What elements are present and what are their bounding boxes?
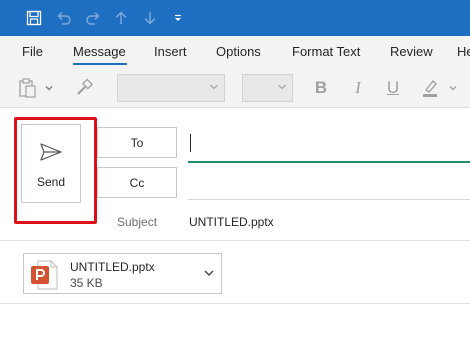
undo-icon[interactable] (54, 8, 74, 28)
cc-field[interactable] (188, 168, 470, 198)
to-field[interactable] (188, 128, 470, 160)
active-tab-indicator (73, 63, 127, 65)
font-size-combo[interactable] (242, 74, 293, 102)
tab-options[interactable]: Options (216, 44, 261, 59)
cc-field-underline (188, 199, 470, 200)
italic-button[interactable]: I (346, 76, 370, 100)
powerpoint-file-icon (31, 260, 58, 290)
font-name-combo[interactable] (117, 74, 225, 102)
tab-format-text[interactable]: Format Text (292, 44, 360, 59)
ribbon-commands: B I U (0, 70, 470, 108)
cc-button[interactable]: Cc (97, 167, 177, 198)
attachment-card[interactable]: UNTITLED.pptx 35 KB (23, 253, 222, 294)
paste-dropdown-icon[interactable] (42, 76, 56, 100)
quick-access-toolbar (0, 0, 470, 36)
tab-review[interactable]: Review (390, 44, 433, 59)
to-field-underline (188, 161, 470, 163)
send-icon (40, 143, 62, 161)
tab-insert[interactable]: Insert (154, 44, 187, 59)
highlight-icon[interactable] (418, 76, 442, 100)
send-button[interactable]: Send (21, 124, 81, 203)
arrow-down-icon[interactable] (140, 8, 160, 28)
paste-icon[interactable] (16, 76, 40, 100)
attachment-name: UNTITLED.pptx (70, 260, 155, 274)
chevron-down-icon (278, 84, 286, 90)
redo-icon[interactable] (83, 8, 103, 28)
tab-message[interactable]: Message (73, 44, 126, 59)
chevron-down-icon (210, 84, 218, 90)
underline-button[interactable]: U (381, 76, 405, 100)
tab-help[interactable]: He (457, 44, 470, 59)
arrow-up-icon[interactable] (111, 8, 131, 28)
subject-label: Subject (117, 215, 158, 229)
ribbon-tabs: File Message Insert Options Format Text … (0, 36, 470, 70)
save-icon[interactable] (24, 8, 44, 28)
highlight-dropdown-icon[interactable] (446, 76, 460, 100)
to-button[interactable]: To (97, 127, 177, 158)
customize-qat-icon[interactable] (168, 8, 188, 28)
tab-file[interactable]: File (22, 44, 43, 59)
subject-field[interactable]: UNTITLED.pptx (189, 215, 274, 229)
subject-divider (0, 240, 470, 241)
bold-button[interactable]: B (309, 76, 333, 100)
chevron-down-icon[interactable] (203, 267, 215, 279)
send-label: Send (36, 175, 66, 189)
text-cursor (190, 134, 191, 152)
attachment-size: 35 KB (70, 276, 103, 290)
message-body[interactable] (0, 304, 470, 349)
format-painter-icon[interactable] (72, 76, 96, 100)
